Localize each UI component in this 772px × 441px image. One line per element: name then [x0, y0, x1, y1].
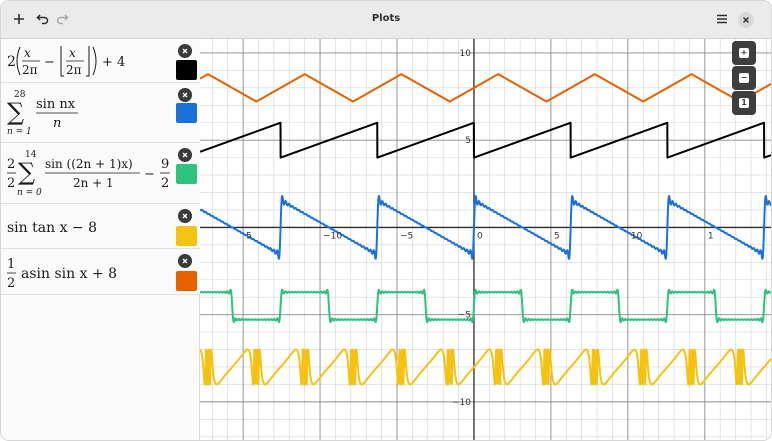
num1-text: x [24, 46, 31, 60]
plot-canvas[interactable]: 5 −10 −5 0 5 10 1 10 5 −5 −10 [200, 39, 771, 441]
color-swatch[interactable] [176, 103, 197, 123]
zoom-reset-icon[interactable]: 1 [732, 91, 756, 115]
plot-svg[interactable]: 5 −10 −5 0 5 10 1 10 5 −5 −10 [200, 39, 771, 441]
zoom-controls: + − 1 [732, 41, 756, 117]
y-tick-label: −5 [458, 311, 471, 321]
color-swatch[interactable] [176, 60, 197, 80]
axes [200, 39, 771, 440]
tail-text: + 4 [102, 55, 125, 70]
equation-row[interactable]: sin tan x − 8 [1, 204, 200, 249]
curve-3 [200, 288, 771, 324]
minus-text: − [44, 55, 55, 70]
expr-text: sin tan x − 8 [7, 220, 97, 236]
x-tick-label: 0 [477, 231, 483, 241]
equation-row[interactable]: 2 x 2π − x 2π + 4 [1, 39, 200, 83]
equation-row[interactable]: 1 2 asin sin x + 8 [1, 249, 200, 295]
remove-icon[interactable] [178, 44, 192, 58]
remove-icon[interactable] [178, 148, 192, 162]
den1-text: 2π [22, 63, 38, 77]
den-text: 2n + 1 [73, 176, 114, 190]
equation-formula[interactable]: 1 2 asin sin x + 8 [7, 249, 173, 294]
color-swatch[interactable] [176, 164, 197, 184]
x-tick-label: 1 [708, 231, 714, 241]
color-swatch[interactable] [176, 271, 197, 291]
zoom-out-glyph: − [739, 73, 749, 83]
lower-bound-text: n = 0 [17, 188, 42, 198]
equation-formula[interactable]: 2 2 14 ∑ n = 0 sin ((2n + 1)x) 2n + 1 − … [7, 143, 173, 203]
color-swatch[interactable] [176, 226, 197, 246]
y-tick-label: −10 [452, 398, 471, 408]
x-tick-label: −5 [400, 231, 413, 241]
sigma-text: ∑ [7, 98, 24, 126]
remove-icon[interactable] [178, 254, 192, 268]
coef-text: 2 [7, 54, 16, 70]
x-tick-label: 5 [246, 231, 252, 241]
y-tick-label: 5 [465, 136, 471, 146]
equation-row[interactable]: 28 ∑ n = 1 sin nx n [1, 83, 200, 143]
equation-row[interactable]: 2 2 14 ∑ n = 0 sin ((2n + 1)x) 2n + 1 − … [1, 143, 200, 204]
den2-text: 2π [66, 63, 82, 77]
menu-icon[interactable] [710, 7, 734, 31]
sigma-text: ∑ [18, 158, 35, 186]
frac-num-text: 1 [7, 257, 15, 272]
minor-grid [200, 39, 771, 440]
minus-text: − [144, 167, 155, 182]
x-tick-label: −10 [323, 231, 342, 241]
lower-bound-text: n = 1 [7, 127, 32, 137]
window-title: Plots [371, 13, 401, 24]
den2-text: 2 [161, 176, 169, 191]
y-tick-label: 10 [460, 49, 472, 59]
frac-den-text: 2 [7, 176, 15, 191]
zoom-in-icon[interactable]: + [732, 41, 756, 65]
zoom-in-glyph: + [739, 48, 749, 58]
header-bar: Plots [1, 1, 771, 39]
expr-text: asin sin x + 8 [21, 266, 117, 282]
app-window: Plots 2 x 2π − x 2π + 4 28 ∑ n = 1 sin n… [0, 0, 772, 441]
major-grid [200, 39, 771, 440]
equation-formula[interactable]: 28 ∑ n = 1 sin nx n [7, 83, 173, 142]
zoom-reset-glyph: 1 [739, 98, 749, 108]
equation-formula[interactable]: sin tan x − 8 [7, 204, 173, 248]
num-text: sin nx [36, 97, 76, 112]
num2-text: x [69, 46, 76, 60]
curves [200, 73, 771, 386]
den-text: n [53, 116, 61, 131]
num2-text: 9 [161, 157, 169, 172]
x-tick-label: 5 [554, 231, 560, 241]
frac-num-text: 2 [7, 157, 15, 172]
x-tick-label: 10 [631, 231, 643, 241]
close-icon[interactable] [738, 12, 754, 28]
equation-list: 2 x 2π − x 2π + 4 28 ∑ n = 1 sin nx n 2 … [1, 39, 200, 440]
zoom-out-icon[interactable]: − [732, 66, 756, 90]
equation-formula[interactable]: 2 x 2π − x 2π + 4 [7, 39, 173, 82]
remove-icon[interactable] [178, 209, 192, 223]
remove-icon[interactable] [178, 88, 192, 102]
frac-den-text: 2 [7, 276, 15, 291]
num-text: sin ((2n + 1)x) [45, 157, 133, 171]
